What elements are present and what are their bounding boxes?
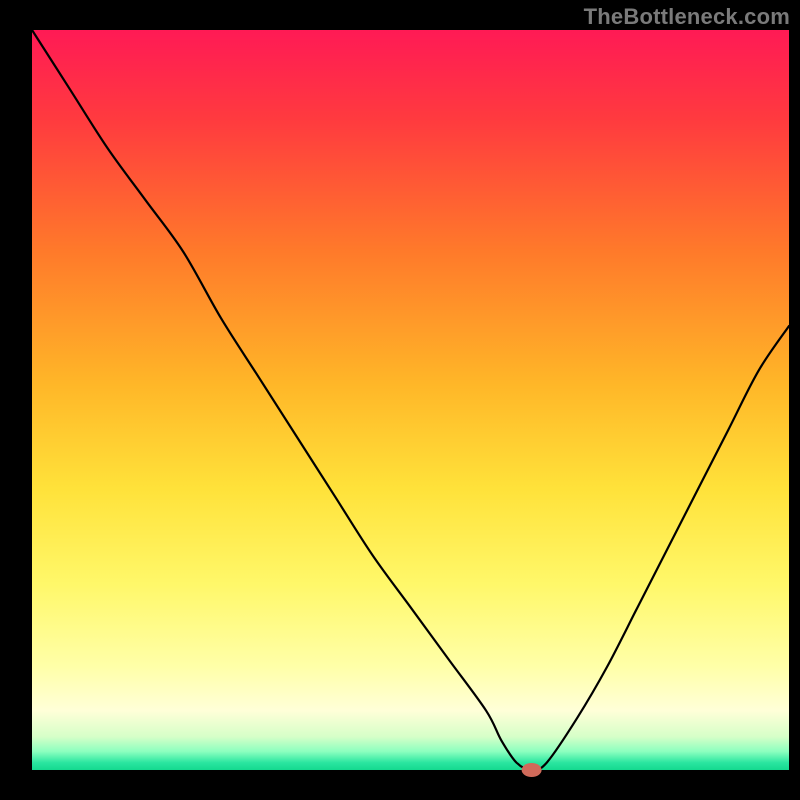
watermark-text: TheBottleneck.com: [584, 4, 790, 30]
bottleneck-chart: [0, 0, 800, 800]
chart-frame: { "watermark": "TheBottleneck.com", "cha…: [0, 0, 800, 800]
plot-background: [32, 30, 789, 770]
optimal-marker: [522, 763, 542, 777]
